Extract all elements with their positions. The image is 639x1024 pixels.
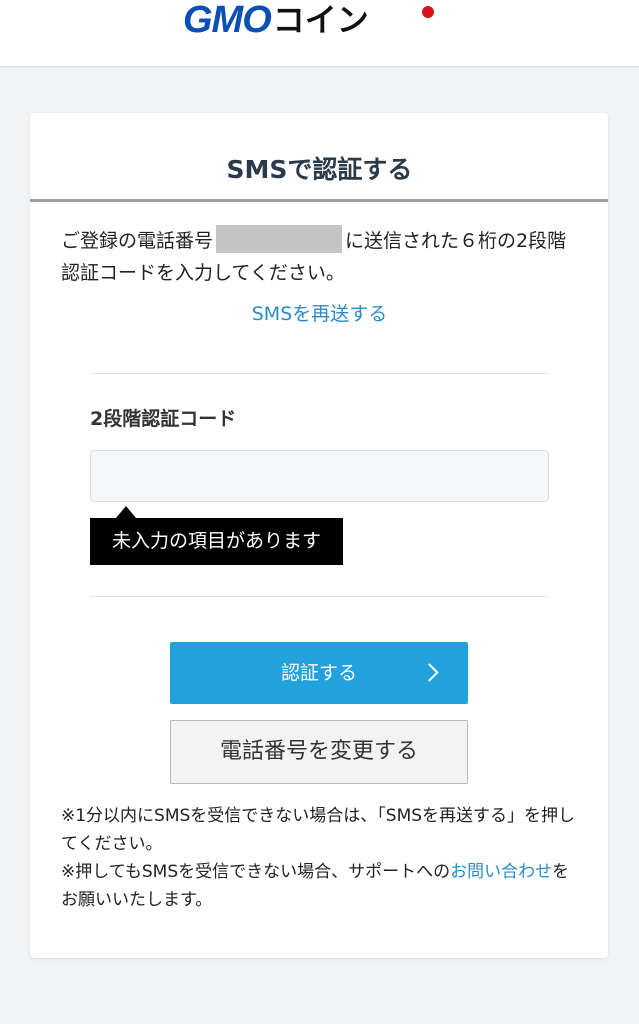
contact-support-link[interactable]: お問い合わせ [450, 862, 552, 882]
resend-sms-link[interactable]: SMSを再送する [0, 298, 639, 330]
section-divider-top [90, 373, 549, 374]
change-phone-button[interactable]: 電話番号を変更する [170, 720, 468, 784]
help-notes: ※1分以内にSMSを受信できない場合は、「SMSを再送する」を押してください。 … [61, 802, 581, 914]
note-line-1: ※1分以内にSMSを受信できない場合は、「SMSを再送する」を押してください。 [61, 806, 576, 854]
note-line-2-prefix: ※押してもSMSを受信できない場合、サポートへの [61, 862, 451, 882]
title-divider [30, 199, 608, 202]
note-line-2: ※押してもSMSを受信できない場合、サポートへのお問い合わせをお願いいたします。 [61, 858, 581, 914]
logo-gmo-text: GMO [183, 0, 272, 41]
instruction-prefix: ご登録の電話番号 [61, 230, 214, 252]
instruction-text: ご登録の電話番号 に送信された６桁の2段階認証コードを入力してください。 [61, 225, 581, 289]
validation-tooltip: 未入力の項目があります [90, 518, 343, 565]
logo-coin-text: コイン [272, 1, 369, 39]
section-divider-bottom [90, 596, 549, 597]
logo-red-dot-icon [422, 6, 434, 18]
gmo-coin-logo[interactable]: GMO コイン [183, 0, 369, 40]
masked-phone-number [216, 225, 343, 253]
page-title: SMSで認証する [226, 155, 413, 184]
app-header: GMO コイン [0, 0, 639, 67]
code-field-label: 2段階認証コード [90, 408, 237, 430]
two-factor-code-input[interactable] [90, 450, 549, 502]
verify-button[interactable]: 認証する [170, 642, 468, 704]
tooltip-arrow [116, 506, 136, 518]
